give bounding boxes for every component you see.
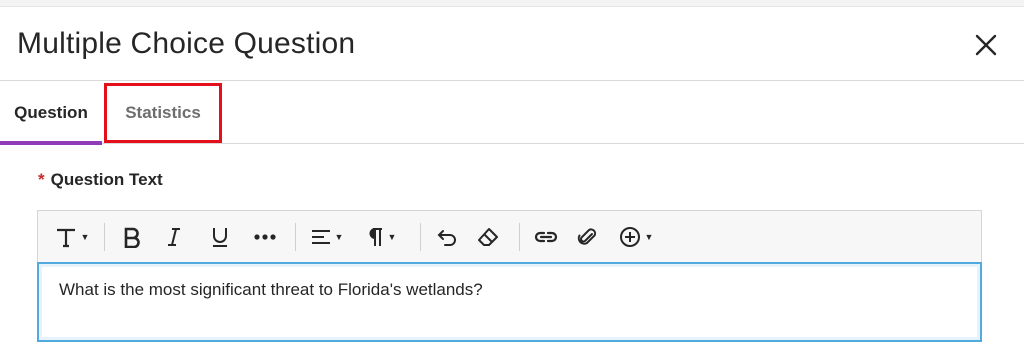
- tab-statistics-label: Statistics: [125, 103, 201, 122]
- question-text-input[interactable]: What is the most significant threat to F…: [37, 262, 982, 342]
- align-icon: [311, 230, 330, 244]
- editor-toolbar: ▼ ▼ ▼ ▼: [37, 210, 982, 263]
- question-text-value: What is the most significant threat to F…: [59, 280, 483, 299]
- toolbar-divider: [420, 223, 421, 251]
- insert-link-button[interactable]: [528, 219, 564, 255]
- toolbar-divider: [519, 223, 520, 251]
- more-options-button[interactable]: [243, 219, 287, 255]
- tab-question-label: Question: [14, 103, 88, 122]
- attachment-icon: [577, 228, 597, 245]
- close-button[interactable]: [966, 25, 1006, 65]
- top-strip: [0, 0, 1024, 7]
- eraser-icon: [478, 228, 498, 246]
- chevron-down-icon: ▼: [80, 232, 90, 242]
- dialog-header: Multiple Choice Question: [0, 7, 1024, 81]
- link-icon: [534, 231, 558, 243]
- bold-icon: [124, 227, 140, 248]
- close-icon: [975, 34, 997, 56]
- italic-icon: [168, 228, 180, 246]
- text-format-icon: [56, 228, 75, 248]
- toolbar-divider: [104, 223, 105, 251]
- italic-button[interactable]: [151, 219, 197, 255]
- underline-icon: [213, 228, 227, 247]
- insert-icon: [619, 227, 640, 247]
- chevron-down-icon: ▼: [334, 232, 344, 242]
- more-icon: [254, 234, 276, 240]
- tab-question[interactable]: Question: [0, 82, 102, 145]
- insert-content-button[interactable]: ▼: [610, 219, 662, 255]
- undo-icon: [437, 230, 456, 246]
- attach-file-button[interactable]: [564, 219, 610, 255]
- paragraph-icon: [369, 227, 382, 246]
- question-text-label: * Question Text: [38, 170, 163, 190]
- text-format-button[interactable]: ▼: [48, 219, 96, 255]
- bold-button[interactable]: [113, 219, 151, 255]
- toolbar-divider: [295, 223, 296, 251]
- dialog-title: Multiple Choice Question: [17, 27, 356, 60]
- required-asterisk: *: [38, 170, 45, 189]
- paragraph-button[interactable]: ▼: [350, 219, 412, 255]
- question-text-label-text: Question Text: [50, 170, 163, 189]
- active-tab-indicator: [0, 141, 102, 145]
- align-button[interactable]: ▼: [304, 219, 350, 255]
- rich-text-editor: ▼ ▼ ▼ ▼ What is the most significant thr…: [37, 210, 982, 342]
- chevron-down-icon: ▼: [387, 232, 397, 242]
- tab-statistics[interactable]: Statistics: [104, 83, 222, 143]
- undo-button[interactable]: [429, 219, 465, 255]
- tab-bar: Question Statistics: [0, 82, 1024, 145]
- clear-formatting-button[interactable]: [465, 219, 511, 255]
- chevron-down-icon: ▼: [644, 232, 654, 242]
- underline-button[interactable]: [197, 219, 243, 255]
